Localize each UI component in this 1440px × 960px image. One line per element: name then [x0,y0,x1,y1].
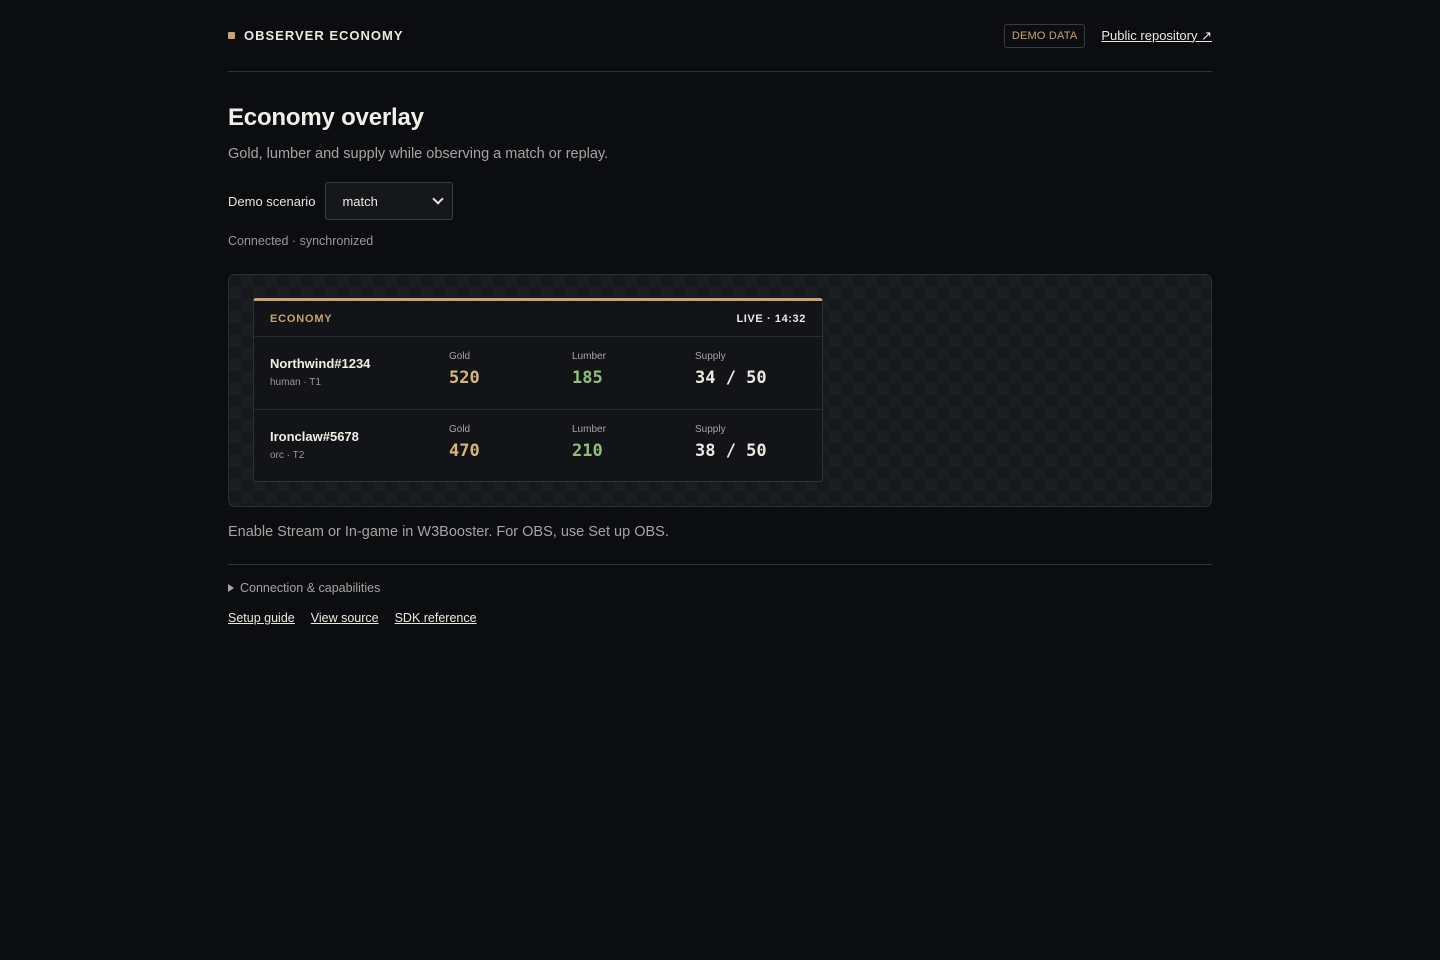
setup-guide-link[interactable]: Setup guide [228,611,295,625]
live-clock: LIVE · 14:32 [736,312,806,325]
player-row: Ironclaw#5678 orc · T2 Gold 470 Lumber 2… [254,409,822,481]
footer-links: Setup guide View source SDK reference [228,611,1212,625]
connection-status: Connected · synchronized [228,234,374,248]
scenario-row: Demo scenario match [228,182,1212,220]
panel-title: ECONOMY [270,312,333,325]
lumber-value: 210 [572,441,603,461]
player-name: Northwind#1234 [270,356,371,371]
top-actions: DEMO DATA Public repository ↗ [1003,23,1212,48]
brand-name: OBSERVER ECONOMY [244,28,404,43]
brand: OBSERVER ECONOMY [228,28,404,43]
lumber-label: Lumber [572,424,606,435]
overlay-preview: ECONOMY LIVE · 14:32 Northwind#1234 huma… [228,274,1212,507]
setup-note: Enable Stream or In-game in W3Booster. F… [228,524,669,540]
player-race-tier: orc · T2 [270,450,305,461]
supply-label: Supply [695,424,726,435]
supply-value: 38 / 50 [695,441,767,461]
sdk-reference-link[interactable]: SDK reference [395,611,477,625]
public-repository-link[interactable]: Public repository ↗ [1101,28,1212,44]
player-race-tier: human · T1 [270,377,321,388]
economy-panel: ECONOMY LIVE · 14:32 Northwind#1234 huma… [253,298,823,482]
gold-stat: Gold 470 [449,424,480,461]
lumber-label: Lumber [572,351,606,362]
brand-dot-icon [228,32,235,39]
scenario-label: Demo scenario [228,193,316,209]
player-info: Northwind#1234 human · T1 [270,356,370,388]
gold-label: Gold [449,351,471,362]
disclosure-triangle-icon [228,584,234,592]
top-bar: OBSERVER ECONOMY DEMO DATA Public reposi… [228,0,1212,72]
gold-value: 470 [449,441,480,461]
demo-data-badge: DEMO DATA [1003,23,1086,48]
page-title: Economy overlay [228,104,424,131]
gold-label: Gold [449,424,471,435]
panel-header: ECONOMY LIVE · 14:32 [254,301,822,337]
gold-value: 520 [449,368,480,388]
lumber-stat: Lumber 210 [572,424,606,461]
page-container: OBSERVER ECONOMY DEMO DATA Public reposi… [228,0,1212,625]
scenario-select-value: match [342,193,378,209]
gold-stat: Gold 520 [449,351,480,388]
lumber-stat: Lumber 185 [572,351,606,388]
page-subtitle: Gold, lumber and supply while observing … [228,146,609,162]
player-name: Ironclaw#5678 [270,429,359,444]
player-row: Northwind#1234 human · T1 Gold 520 Lumbe… [254,337,822,409]
supply-stat: Supply 34 / 50 [695,351,767,388]
supply-value: 34 / 50 [695,368,767,388]
lumber-value: 185 [572,368,603,388]
connection-capabilities-toggle[interactable]: Connection & capabilities [228,581,1212,595]
supply-stat: Supply 38 / 50 [695,424,767,461]
player-info: Ironclaw#5678 orc · T2 [270,429,359,461]
chevron-down-icon [432,193,445,205]
supply-label: Supply [695,351,726,362]
details-summary: Connection & capabilities [240,581,381,595]
divider [228,564,1212,565]
view-source-link[interactable]: View source [311,611,379,625]
scenario-select[interactable]: match [325,182,454,220]
